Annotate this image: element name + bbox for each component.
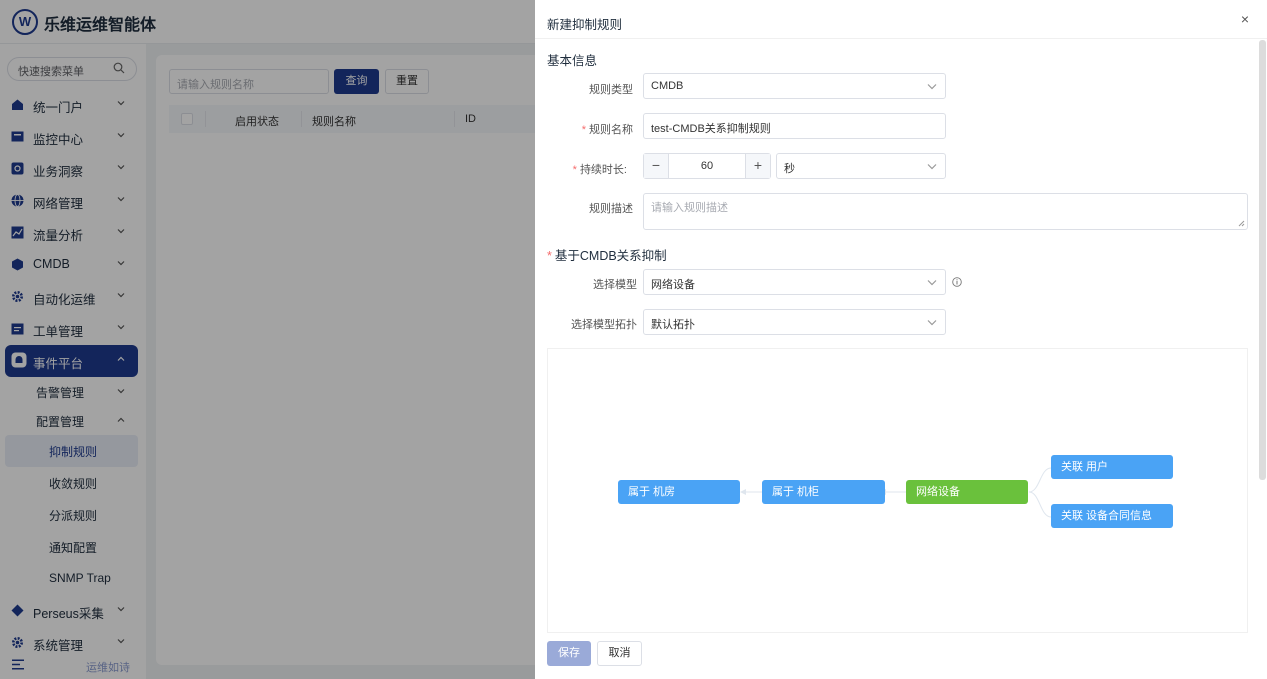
edge-device-contract: [1028, 491, 1052, 518]
edge-device-user: [1028, 467, 1052, 493]
chevron-down-icon: [927, 280, 937, 286]
model-value: 网络设备: [651, 279, 695, 291]
rule-type-select[interactable]: CMDB: [643, 73, 946, 99]
cancel-button[interactable]: 取消: [597, 641, 642, 666]
chevron-down-icon: [927, 320, 937, 326]
node-room[interactable]: 属于 机房: [618, 480, 740, 504]
cmdb-section-title: 基于CMDB关系抑制: [554, 249, 667, 263]
decrement-button[interactable]: −: [644, 154, 669, 178]
save-button[interactable]: 保存: [547, 641, 591, 666]
topology-label: 选择模型拓扑: [571, 319, 637, 331]
drawer-title: 新建抑制规则: [547, 18, 623, 32]
scrollbar[interactable]: [1259, 40, 1266, 480]
required-mark: *: [581, 124, 586, 136]
rule-name-input[interactable]: test-CMDB关系抑制规则: [643, 113, 946, 139]
duration-value[interactable]: 60: [669, 160, 745, 172]
node-network-device[interactable]: 网络设备: [906, 480, 1028, 504]
description-label: 规则描述: [589, 203, 633, 215]
duration-stepper[interactable]: − 60 +: [643, 153, 771, 179]
resize-handle-icon[interactable]: [1238, 220, 1245, 227]
duration-unit-select[interactable]: 秒: [776, 153, 946, 179]
required-mark: *: [572, 164, 577, 176]
description-textarea[interactable]: 请输入规则描述: [643, 193, 1248, 230]
rule-name-value: test-CMDB关系抑制规则: [651, 123, 771, 135]
basic-info-heading: 基本信息: [547, 54, 598, 68]
duration-label: * 持续时长:: [557, 161, 627, 177]
close-icon[interactable]: ×: [1238, 12, 1252, 26]
drawer-divider: [535, 38, 1267, 39]
required-mark: *: [547, 249, 552, 263]
new-suppression-rule-drawer: 新建抑制规则 × 基本信息 规则类型 CMDB * 规则名称 test-CMDB关…: [535, 0, 1267, 679]
node-user[interactable]: 关联 用户: [1051, 455, 1173, 479]
model-label: 选择模型: [593, 279, 637, 291]
model-select[interactable]: 网络设备: [643, 269, 946, 295]
node-contract[interactable]: 关联 设备合同信息: [1051, 504, 1173, 528]
rule-type-value: CMDB: [651, 80, 684, 92]
chevron-down-icon: [927, 84, 937, 90]
rule-type-label: 规则类型: [589, 84, 633, 96]
description-placeholder: 请输入规则描述: [651, 202, 728, 214]
duration-unit-value: 秒: [784, 163, 795, 175]
info-icon[interactable]: [952, 277, 962, 287]
node-cabinet[interactable]: 属于 机柜: [762, 480, 885, 504]
topology-canvas[interactable]: 属于 机房 属于 机柜 网络设备 关联 用户 关联 设备合同信息: [547, 348, 1248, 633]
topology-value: 默认拓扑: [651, 319, 695, 331]
rule-name-label: * 规则名称: [565, 121, 633, 137]
duration-label-text: 持续时长:: [579, 164, 627, 176]
topology-select[interactable]: 默认拓扑: [643, 309, 946, 335]
cmdb-section-heading: * 基于CMDB关系抑制: [547, 245, 667, 264]
arrow-icon: [740, 489, 746, 495]
chevron-down-icon: [927, 164, 937, 170]
rule-name-label-text: 规则名称: [589, 124, 633, 136]
increment-button[interactable]: +: [745, 154, 770, 178]
